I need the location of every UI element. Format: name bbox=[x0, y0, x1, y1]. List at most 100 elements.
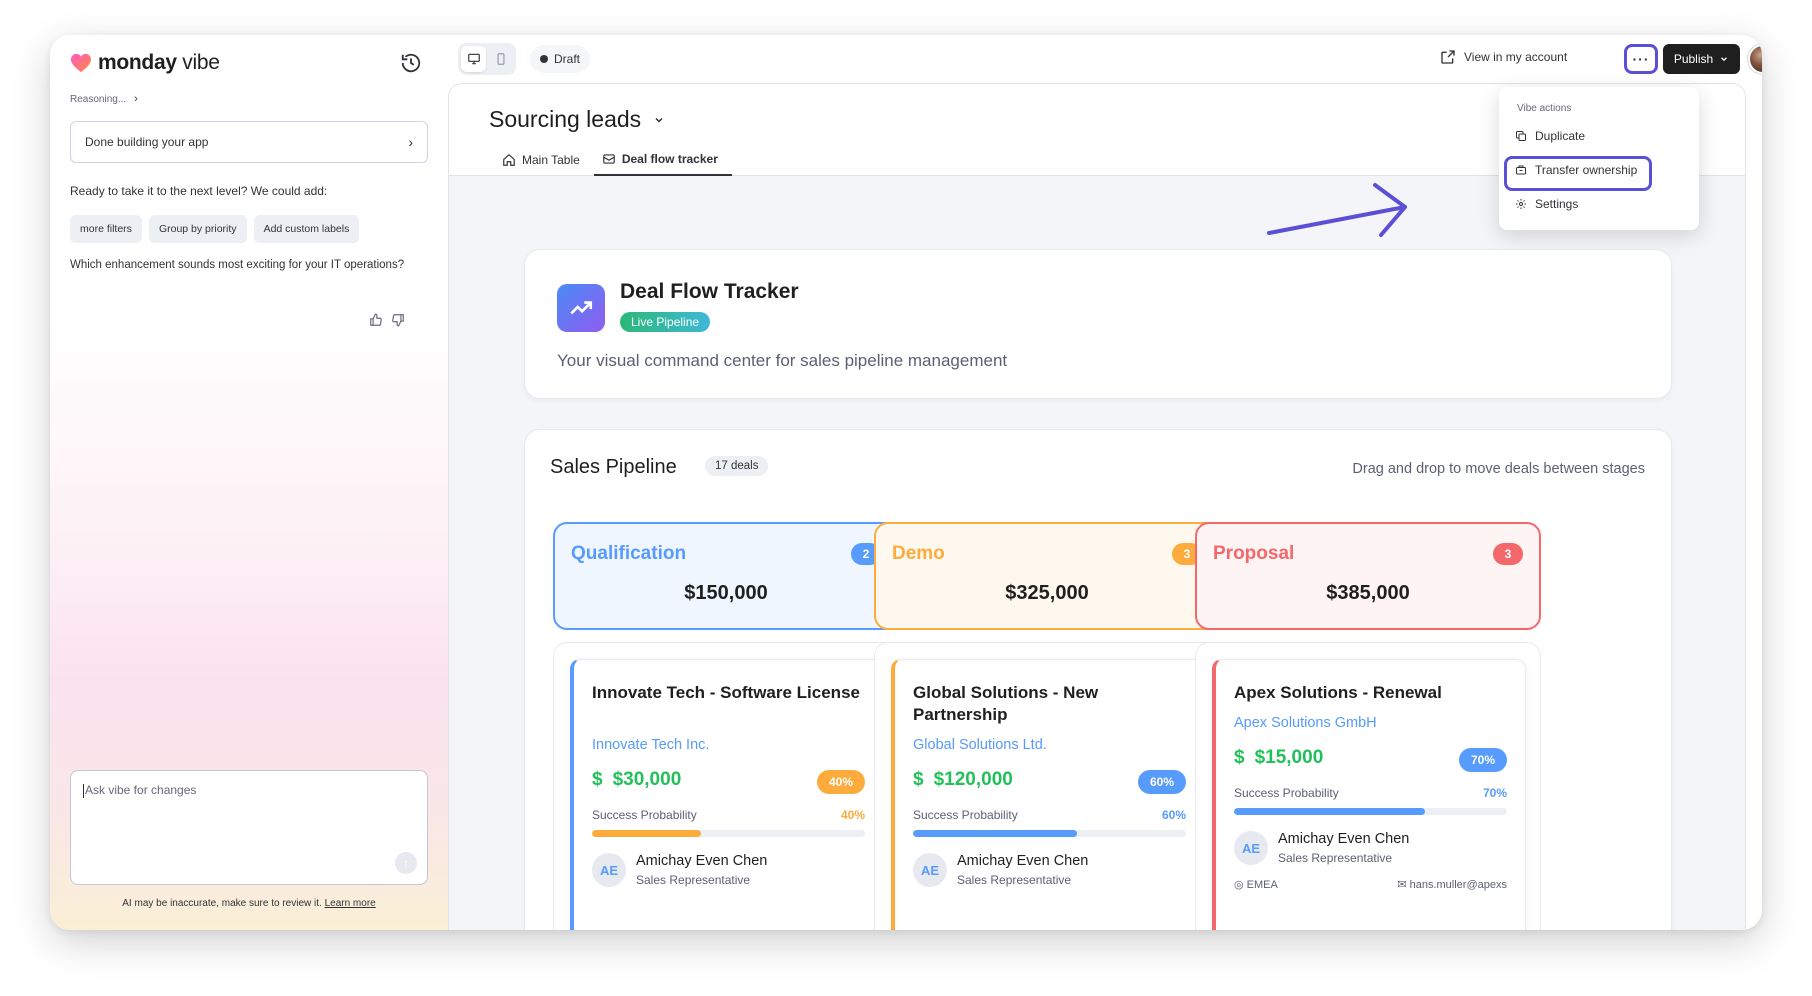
chevron-down-icon bbox=[655, 117, 663, 123]
more-actions-button[interactable]: ··· bbox=[1624, 44, 1658, 74]
probability-badge: 60% bbox=[1137, 770, 1186, 794]
home-icon bbox=[503, 153, 515, 166]
stage-qualification[interactable]: Qualification 2 $150,000 bbox=[553, 522, 899, 630]
desktop-view-button[interactable] bbox=[461, 46, 486, 72]
publish-button[interactable]: Publish bbox=[1663, 44, 1740, 74]
text-caret bbox=[83, 783, 84, 798]
learn-more-link[interactable]: Learn more bbox=[325, 898, 376, 909]
draft-dot-icon bbox=[540, 55, 548, 63]
chevron-down-icon bbox=[1721, 57, 1728, 62]
ask-vibe-placeholder: Ask vibe for changes bbox=[85, 783, 197, 797]
board-title-text: Sourcing leads bbox=[489, 106, 642, 132]
feedback-buttons bbox=[369, 313, 405, 327]
history-icon[interactable] bbox=[400, 52, 422, 74]
probability-label: Success Probability bbox=[1234, 786, 1339, 800]
tab-deal-flow-tracker[interactable]: Deal flow tracker bbox=[593, 150, 732, 176]
stage-total: $325,000 bbox=[1005, 582, 1089, 604]
probability-badge: 70% bbox=[1458, 748, 1507, 772]
suggestion-chips: more filters Group by priority Add custo… bbox=[70, 215, 360, 243]
user-avatar[interactable] bbox=[1748, 44, 1762, 74]
gear-icon bbox=[1516, 199, 1526, 209]
deal-card[interactable]: Innovate Tech - Software License Innovat… bbox=[570, 659, 884, 930]
menu-item-settings[interactable]: Settings bbox=[1515, 197, 1578, 211]
board-title[interactable]: Sourcing leads bbox=[489, 106, 665, 133]
deal-company[interactable]: Innovate Tech Inc. bbox=[592, 737, 709, 753]
stage-count-badge: 3 bbox=[1493, 543, 1523, 565]
probability-value: 70% bbox=[1482, 786, 1507, 800]
send-button[interactable]: ↑ bbox=[395, 852, 417, 874]
probability-bar bbox=[913, 830, 1186, 837]
mobile-view-button[interactable] bbox=[488, 46, 513, 72]
probability-bar bbox=[1234, 808, 1507, 815]
more-dots-icon: ··· bbox=[1632, 51, 1650, 67]
rep-role: Sales Representative bbox=[636, 873, 751, 887]
app-view-icon bbox=[602, 153, 615, 164]
brand-logo: monday vibe bbox=[70, 51, 220, 75]
draft-status: Draft bbox=[530, 45, 591, 73]
stage-total: $150,000 bbox=[684, 582, 768, 604]
globe-icon: ◎ bbox=[1234, 879, 1247, 891]
deal-amount-value: $15,000 bbox=[1254, 747, 1324, 768]
reasoning-toggle[interactable]: Reasoning... › bbox=[70, 93, 138, 105]
rep-avatar: AE bbox=[1234, 831, 1268, 865]
deal-card[interactable]: Global Solutions - New Partnership Globa… bbox=[891, 659, 1205, 930]
external-link-icon bbox=[1441, 50, 1455, 64]
menu-header: Vibe actions bbox=[1517, 103, 1572, 114]
stage-name: Qualification bbox=[571, 543, 687, 564]
drag-hint: Drag and drop to move deals between stag… bbox=[1352, 461, 1645, 477]
email-field[interactable]: ✉ hans.muller@apexs bbox=[1397, 878, 1507, 891]
ask-vibe-input[interactable]: Ask vibe for changes ↑ bbox=[70, 770, 428, 885]
tab-main-table[interactable]: Main Table bbox=[494, 150, 594, 176]
menu-item-transfer-ownership[interactable]: Transfer ownership bbox=[1515, 163, 1637, 177]
deal-amount-value: $30,000 bbox=[612, 769, 682, 790]
arrow-up-icon: ↑ bbox=[403, 856, 409, 870]
probability-bar-fill bbox=[913, 830, 1077, 837]
deal-title: Global Solutions - New Partnership bbox=[913, 683, 1099, 724]
suggestion-chip[interactable]: Add custom labels bbox=[253, 215, 360, 243]
sales-pipeline-card: Sales Pipeline 17 deals Drag and drop to… bbox=[524, 429, 1672, 930]
suggestion-chip[interactable]: more filters bbox=[70, 215, 142, 243]
hero-subtitle: Your visual command center for sales pip… bbox=[557, 351, 1008, 370]
menu-item-label: Settings bbox=[1535, 197, 1579, 211]
pipeline-title: Sales Pipeline bbox=[550, 456, 677, 478]
dollar-icon: $ bbox=[592, 769, 603, 790]
deal-count-badge: 17 deals bbox=[705, 456, 769, 476]
stage-column: Innovate Tech - Software License Innovat… bbox=[553, 642, 899, 930]
build-status-label: Done building your app bbox=[85, 135, 209, 149]
thumbs-up-icon[interactable] bbox=[369, 313, 383, 327]
thumbs-down-icon[interactable] bbox=[391, 313, 405, 327]
tab-label: Main Table bbox=[522, 152, 580, 167]
deal-amount: $ $120,000 bbox=[913, 769, 1013, 791]
vibe-actions-menu: Vibe actions Duplicate Transfer ownershi… bbox=[1499, 87, 1699, 230]
disclaimer-text: AI may be inaccurate, make sure to revie… bbox=[122, 898, 322, 909]
dollar-icon: $ bbox=[913, 769, 924, 790]
stage-proposal[interactable]: Proposal 3 $385,000 bbox=[1195, 522, 1541, 630]
draft-label: Draft bbox=[554, 52, 581, 66]
menu-item-label: Transfer ownership bbox=[1535, 163, 1638, 177]
rep-avatar: AE bbox=[913, 853, 947, 887]
publish-label: Publish bbox=[1673, 52, 1714, 66]
view-account-label: View in my account bbox=[1464, 50, 1568, 64]
suggestion-chip[interactable]: Group by priority bbox=[148, 215, 247, 243]
duplicate-icon bbox=[1516, 131, 1526, 141]
deal-amount: $ $15,000 bbox=[1234, 747, 1323, 769]
stage-demo[interactable]: Demo 3 $325,000 bbox=[874, 522, 1220, 630]
rep-role: Sales Representative bbox=[957, 873, 1072, 887]
email-value: hans.muller@apexs bbox=[1409, 879, 1507, 891]
deal-card[interactable]: Apex Solutions - Renewal Apex Solutions … bbox=[1212, 659, 1526, 930]
stage-name: Demo bbox=[892, 543, 945, 564]
board-tabs: Main Table Deal flow tracker bbox=[494, 150, 732, 176]
deal-company[interactable]: Global Solutions Ltd. bbox=[913, 737, 1047, 753]
probability-bar-fill bbox=[1234, 808, 1426, 815]
menu-item-duplicate[interactable]: Duplicate bbox=[1515, 129, 1585, 143]
view-in-account-link[interactable]: View in my account bbox=[1440, 49, 1567, 65]
vibe-chat-panel: monday vibe Reasoning... › Done building… bbox=[50, 35, 448, 930]
probability-label: Success Probability bbox=[913, 808, 1018, 822]
app-window: monday vibe Reasoning... › Done building… bbox=[50, 35, 1762, 930]
stage-column: Global Solutions - New Partnership Globa… bbox=[874, 642, 1220, 930]
deal-title: Innovate Tech - Software License bbox=[592, 683, 860, 702]
build-status-box[interactable]: Done building your app › bbox=[70, 121, 428, 163]
heart-logo-icon bbox=[71, 53, 91, 73]
deal-title: Apex Solutions - Renewal bbox=[1234, 683, 1442, 702]
deal-company[interactable]: Apex Solutions GmbH bbox=[1234, 715, 1377, 731]
